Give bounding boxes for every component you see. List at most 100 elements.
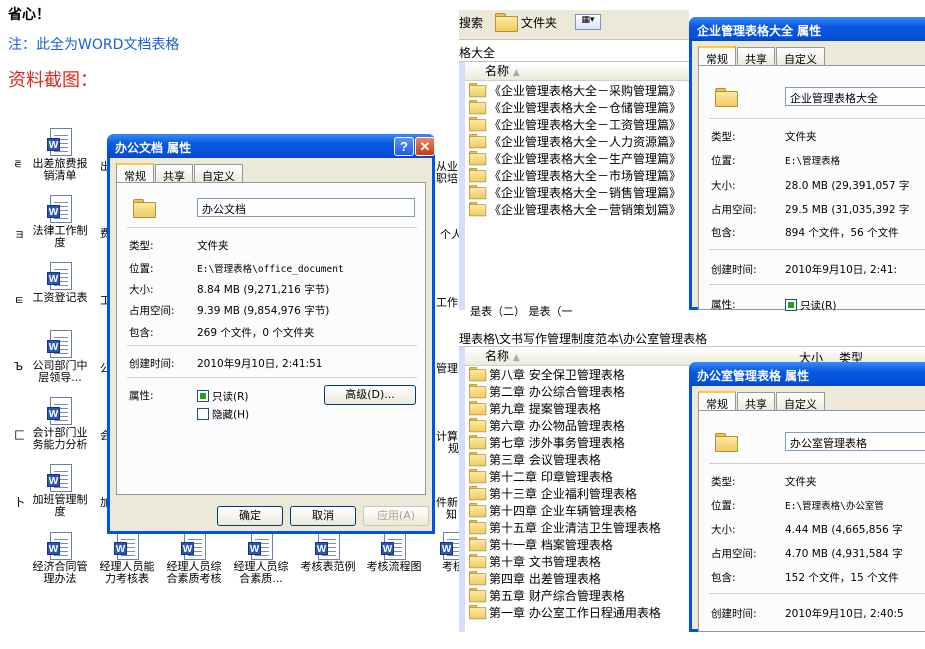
size-value: 4.44 MB (4,665,856 字 [785,524,903,536]
file-label[interactable]: 经理人员综 合素质... [228,561,294,585]
size-label: 大小: [711,524,736,536]
type-label: 类型: [129,240,154,252]
tab-sharing[interactable]: 共享 [737,47,775,66]
search-toolbar-label[interactable]: 搜索 [459,14,483,31]
folder-name-field[interactable]: 办公文档 [197,198,415,217]
word-file-icon[interactable]: W [47,532,73,562]
folder-name: 第十五章 企业清洁卫生管理表格 [489,521,661,535]
file-label[interactable]: 法律工作制 度 [27,225,93,249]
folder-name: 《企业管理表格大全－采购管理篇》 [489,84,682,98]
tab-sharing[interactable]: 共享 [737,392,775,411]
folder-name: 第十二章 印章管理表格 [489,470,613,484]
word-file-icon[interactable]: W [47,330,73,360]
file-label[interactable]: 公司部门中 层领导... [27,360,93,384]
help-button[interactable]: ? [394,137,414,156]
advanced-button[interactable]: 高级(D)... [324,385,416,405]
size-value: 8.84 MB (9,271,216 字节) [197,284,330,296]
hidden-checkbox[interactable] [197,408,209,420]
address-text: 格大全 [459,46,496,60]
views-icon[interactable]: ▦▾ [575,14,601,30]
file-label[interactable]: 考核表范例 [295,561,361,573]
word-file-icon[interactable]: W [114,532,140,562]
folder-name: 第十四章 企业车辆管理表格 [489,504,637,518]
word-file-icon[interactable]: W [47,195,73,225]
hidden-label: 隐藏(H) [212,409,250,421]
cropped-glyph: Ъ [14,360,24,373]
folder-icon [469,117,487,132]
file-label[interactable]: 经理人员能 力考核表 [94,561,160,585]
word-file-icon[interactable]: W [47,397,73,427]
folder-icon [469,554,487,569]
contains-value: 152 个文件，15 个文件 [785,572,899,584]
folder-name: 《企业管理表格大全－工资管理篇》 [489,118,682,132]
ok-button[interactable]: 确定 [217,506,283,526]
cropped-label: 知 [446,508,457,521]
readonly-checkbox[interactable] [785,299,797,311]
contains-label: 包含: [711,572,736,584]
file-label[interactable]: 加班管理制 度 [27,494,93,518]
file-label[interactable]: 出差旅费报 销清单 [27,158,93,182]
location-value: E:\管理表格\办公室管 [785,501,884,512]
word-file-icon[interactable]: W [381,532,407,562]
folder-icon [469,452,487,467]
file-label[interactable]: 考核流程图 [361,561,427,573]
tab-sharing[interactable]: 共享 [155,164,193,183]
folder-name-field[interactable]: 企业管理表格大全 [785,87,925,106]
file-label[interactable]: 经理人员综 合素质考核 [161,561,227,585]
folder-icon [469,367,487,382]
word-file-icon[interactable]: W [315,532,341,562]
attributes-label: 属性: [711,299,736,311]
word-file-icon[interactable]: W [47,464,73,494]
word-file-icon[interactable]: W [181,532,207,562]
explorer-enterprise-list: 搜索 文件夹 ▦▾ 格大全 名称 ▲ 《企业管理表格大全－采购管理篇》 《企业管理… [459,10,689,310]
address-bar[interactable]: 格大全 [459,40,689,62]
folder-name: 第六章 办公物品管理表格 [489,419,625,433]
folders-toolbar-label[interactable]: 文件夹 [521,14,557,31]
size-value: 28.0 MB (29,391,057 字 [785,180,910,192]
column-header-name[interactable]: 名称 ▲ [465,63,689,81]
folder-icon [469,185,487,200]
created-value: 2010年9月10日, 2:40:5 [785,608,904,620]
folder-name: 第五章 财产综合管理表格 [489,589,625,603]
col-name-text: 名称 [485,349,510,363]
close-button[interactable]: ✕ [415,137,435,156]
folder-icon [469,520,487,535]
cropped-label: 规 [448,442,459,455]
cropped-glyph: ㅌ [14,294,25,307]
explorer-toolbar: 搜索 文件夹 ▦▾ [459,10,689,40]
folder-name: 第三章 会议管理表格 [489,453,601,467]
folder-icon [469,202,487,217]
word-file-icon[interactable]: W [47,262,73,292]
word-file-icon[interactable]: W [47,128,73,158]
file-label[interactable]: 工资登记表 [27,292,93,304]
tab-custom[interactable]: 自定义 [194,164,243,183]
readonly-checkbox[interactable] [197,390,209,402]
folder-icon [469,168,487,183]
separator [709,463,925,465]
tab-custom[interactable]: 自定义 [776,47,825,66]
folder-icon [469,571,487,586]
tab-general[interactable]: 常规 [698,46,736,67]
location-label: 位置: [711,155,736,167]
separator [709,284,925,286]
tab-general[interactable]: 常规 [698,391,736,412]
address-bar[interactable]: 理表格\文书写作管理制度范本\办公室管理表格 [459,325,925,347]
file-label[interactable]: 经济合同管 理办法 [27,561,93,585]
apply-button[interactable]: 应用(A) [363,506,429,526]
separator [709,118,925,120]
folder-name: 《企业管理表格大全－生产管理篇》 [489,152,682,166]
folder-icon [469,151,487,166]
location-label: 位置: [129,263,154,275]
word-file-icon[interactable]: W [248,532,274,562]
dialog-tabs: 常规 共享 自定义 [698,390,826,412]
folder-icon [469,384,487,399]
folders-toolbar-icon[interactable] [495,13,518,32]
folder-icon [715,433,738,452]
tab-custom[interactable]: 自定义 [776,392,825,411]
folder-name-field[interactable]: 办公室管理表格 [785,432,925,451]
folder-name: 第二章 办公综合管理表格 [489,385,625,399]
file-label[interactable]: 会计部门业 务能力分析 [27,427,93,451]
tab-general[interactable]: 常规 [116,163,154,184]
cancel-button[interactable]: 取消 [290,506,356,526]
sort-asc-icon: ▲ [512,353,520,363]
